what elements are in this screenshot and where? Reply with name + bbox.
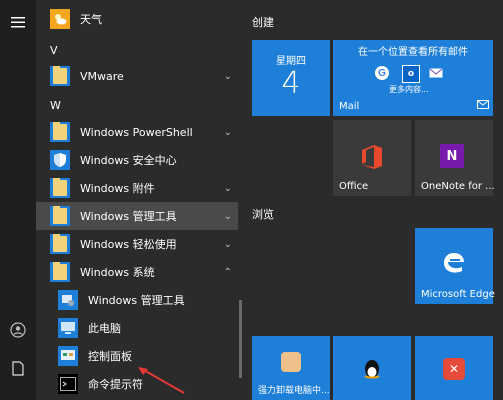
mail-more: 更多内容... [389,85,429,94]
uninstall-label: 强力卸载电脑中... [258,386,330,396]
list-item-admin-tools-folder[interactable]: Windows 管理工具 ⌄ [36,202,238,230]
list-item-label: 此电脑 [88,322,121,335]
folder-icon [50,122,70,142]
list-item-ease-of-access[interactable]: Windows 轻松使用 ⌄ [36,230,238,258]
list-item-label: Windows PowerShell [80,125,193,139]
qq-tile[interactable] [333,336,411,400]
list-item-label: 控制面板 [88,350,132,363]
app-tile[interactable]: ✕ [415,336,493,400]
calendar-weekday: 星期四 [276,56,306,67]
list-item-label: Windows 附件 [80,182,155,195]
list-item-admin-tools[interactable]: Windows 管理工具 [36,286,238,314]
mail-headline: 在一个位置查看所有邮件 [358,47,468,58]
app-icon: ✕ [443,358,465,380]
letter-header-v[interactable]: V [50,44,58,57]
list-item-label: Windows 轻松使用 [80,238,177,251]
mail-tile[interactable]: 在一个位置查看所有邮件 G o 更多内容... Mail [333,40,493,116]
hamburger-icon[interactable] [0,4,36,40]
edge-label: Microsoft Edge [421,289,495,300]
calendar-tile[interactable]: 星期四 4 [252,40,330,116]
tiles-panel: 创建 星期四 4 在一个位置查看所有邮件 G o 更多内容... Mail Of… [242,0,503,400]
outlook-icon: o [402,65,420,83]
office-icon [360,144,384,173]
envelope-small-icon [477,99,489,112]
edge-icon [441,250,467,276]
office-label: Office [339,181,369,192]
list-item-vmware[interactable]: VMware ⌄ [36,62,238,90]
list-item-this-pc[interactable]: 此电脑 [36,314,238,342]
list-item-accessories[interactable]: Windows 附件 ⌄ [36,174,238,202]
document-icon[interactable] [0,350,36,386]
list-item-label: VMware [80,69,124,83]
onenote-label: OneNote for ... [421,181,495,192]
uninstall-tile[interactable]: 强力卸载电脑中... [252,336,330,400]
chevron-up-icon: ⌃ [223,266,232,278]
group-title-browse: 浏览 [252,208,274,221]
list-item-label: Windows 安全中心 [80,154,177,167]
list-item-label: Windows 系统 [80,266,155,279]
letter-header-w[interactable]: W [50,99,61,112]
user-icon[interactable] [0,312,36,348]
list-item-label: 命令提示符 [88,378,143,391]
list-item-windows-system[interactable]: Windows 系统 ⌃ [36,258,238,286]
list-item-label: Windows 管理工具 [88,294,185,307]
list-item-security-center[interactable]: Windows 安全中心 [36,146,238,174]
edge-tile[interactable]: Microsoft Edge [415,228,495,304]
qq-penguin-icon [363,358,381,380]
chevron-down-icon: ⌄ [223,126,232,138]
list-item-weather[interactable]: 天气 [36,5,238,33]
folder-icon [50,234,70,254]
chevron-down-icon: ⌄ [223,70,232,82]
group-title-create: 创建 [252,16,274,29]
chevron-down-icon: ⌄ [223,210,232,222]
mail-label: Mail [339,101,360,112]
app-list: 天气 V VMware ⌄ W Windows PowerShell ⌄ Win… [36,0,242,400]
envelope-icon [429,68,443,81]
onenote-tile[interactable]: N OneNote for ... [415,120,495,196]
admin-tools-icon [58,290,78,310]
uninstall-icon [281,352,301,372]
list-item-label: 天气 [80,13,102,26]
office-tile[interactable]: Office [333,120,411,196]
folder-icon [50,262,70,282]
weather-icon [50,9,70,29]
chevron-down-icon: ⌄ [223,182,232,194]
calendar-day: 4 [281,66,301,101]
control-panel-icon [58,346,78,366]
cmd-icon [58,374,78,394]
folder-icon [50,178,70,198]
left-rail [0,0,36,400]
computer-icon [58,318,78,338]
annotation-arrow [138,367,185,394]
google-icon: G [375,66,389,80]
folder-icon [50,206,70,226]
list-item-label: Windows 管理工具 [80,210,177,223]
chevron-down-icon: ⌄ [223,238,232,250]
folder-icon [50,66,70,86]
list-item-powershell[interactable]: Windows PowerShell ⌄ [36,118,238,146]
shield-icon [50,150,70,170]
onenote-icon: N [440,144,464,168]
